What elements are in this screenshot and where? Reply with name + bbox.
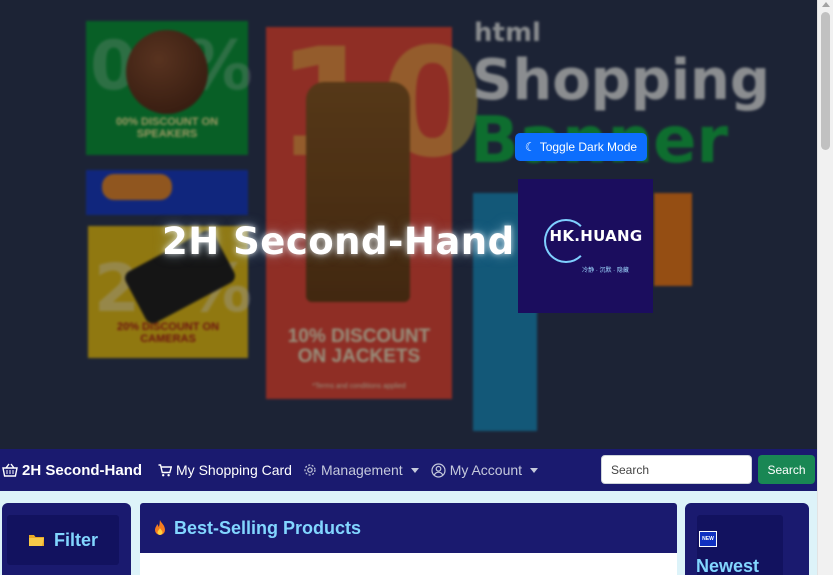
main-navbar: 2H Second-Hand My Shopping Card Manageme…	[0, 449, 817, 491]
jacket-poster-terms: *Terms and conditions applied	[312, 383, 406, 390]
scrollbar-thumb[interactable]	[821, 12, 830, 150]
new-badge-icon: NEW	[699, 531, 717, 547]
newest-panel: NEW Newest	[685, 503, 809, 575]
toggle-dark-mode-label: Toggle Dark Mode	[539, 140, 638, 154]
hero-title: 2H Second-Hand	[162, 220, 515, 263]
nav-shopping-cart[interactable]: My Shopping Card	[158, 462, 292, 478]
logo-text: HK.HUANG	[549, 226, 643, 245]
toggle-dark-mode-button[interactable]: ☾ Toggle Dark Mode	[515, 133, 647, 161]
chevron-down-icon	[410, 467, 419, 473]
jacket-poster-text: 10% DISCOUNT ON JACKETS	[287, 326, 431, 367]
moon-icon: ☾	[524, 140, 536, 154]
nav-account-dropdown[interactable]: My Account	[431, 462, 539, 478]
logo-subtitle: 冷静 · 沉默 · 隐藏	[582, 267, 629, 274]
hk-huang-logo: HK.HUANG 冷静 · 沉默 · 隐藏	[518, 179, 653, 313]
banner-headline-html: html	[474, 18, 541, 48]
filter-header[interactable]: Filter	[7, 515, 119, 565]
newest-label: Newest	[696, 556, 760, 575]
filter-label: Filter	[53, 529, 98, 550]
brand-link[interactable]: 2H Second-Hand	[2, 462, 142, 479]
filter-panel: Filter	[2, 503, 131, 575]
gear-icon	[304, 464, 316, 476]
fire-icon	[155, 520, 165, 535]
speaker-image	[126, 30, 208, 114]
cart-icon	[158, 463, 173, 476]
best-selling-panel: Best-Selling Products	[140, 503, 677, 575]
folder-icon	[28, 535, 44, 546]
search-input[interactable]	[601, 455, 752, 484]
speaker-poster-text: 00% DISCOUNT ON SPEAKERS	[115, 116, 219, 140]
hero-banner: 00% 00% DISCOUNT ON SPEAKERS 20% 20% DIS…	[0, 0, 817, 449]
user-circle-icon	[431, 462, 446, 478]
page-scrollbar[interactable]	[817, 0, 833, 575]
best-selling-label: Best-Selling Products	[174, 517, 362, 538]
orange-poster	[654, 193, 692, 286]
jacket-image	[306, 82, 410, 302]
nav-management-label: Management	[320, 462, 403, 478]
scroll-up-arrow-icon[interactable]	[822, 2, 830, 7]
basket-icon	[2, 463, 18, 477]
camera-poster-text: 20% DISCOUNT ON CAMERAS	[116, 321, 220, 345]
nav-account-label: My Account	[449, 462, 523, 478]
main-content: Filter Best-Selling Products NEW Newest	[0, 491, 817, 575]
chevron-down-icon	[530, 467, 539, 473]
brand-label: 2H Second-Hand	[22, 461, 143, 479]
best-selling-header: Best-Selling Products	[140, 503, 677, 553]
nav-management-dropdown[interactable]: Management	[303, 462, 419, 478]
shoe-image	[102, 174, 172, 200]
logo-mark: HK.HUANG	[536, 218, 642, 263]
search-button[interactable]: Search	[758, 455, 815, 484]
nav-shopping-cart-label: My Shopping Card	[176, 462, 292, 478]
